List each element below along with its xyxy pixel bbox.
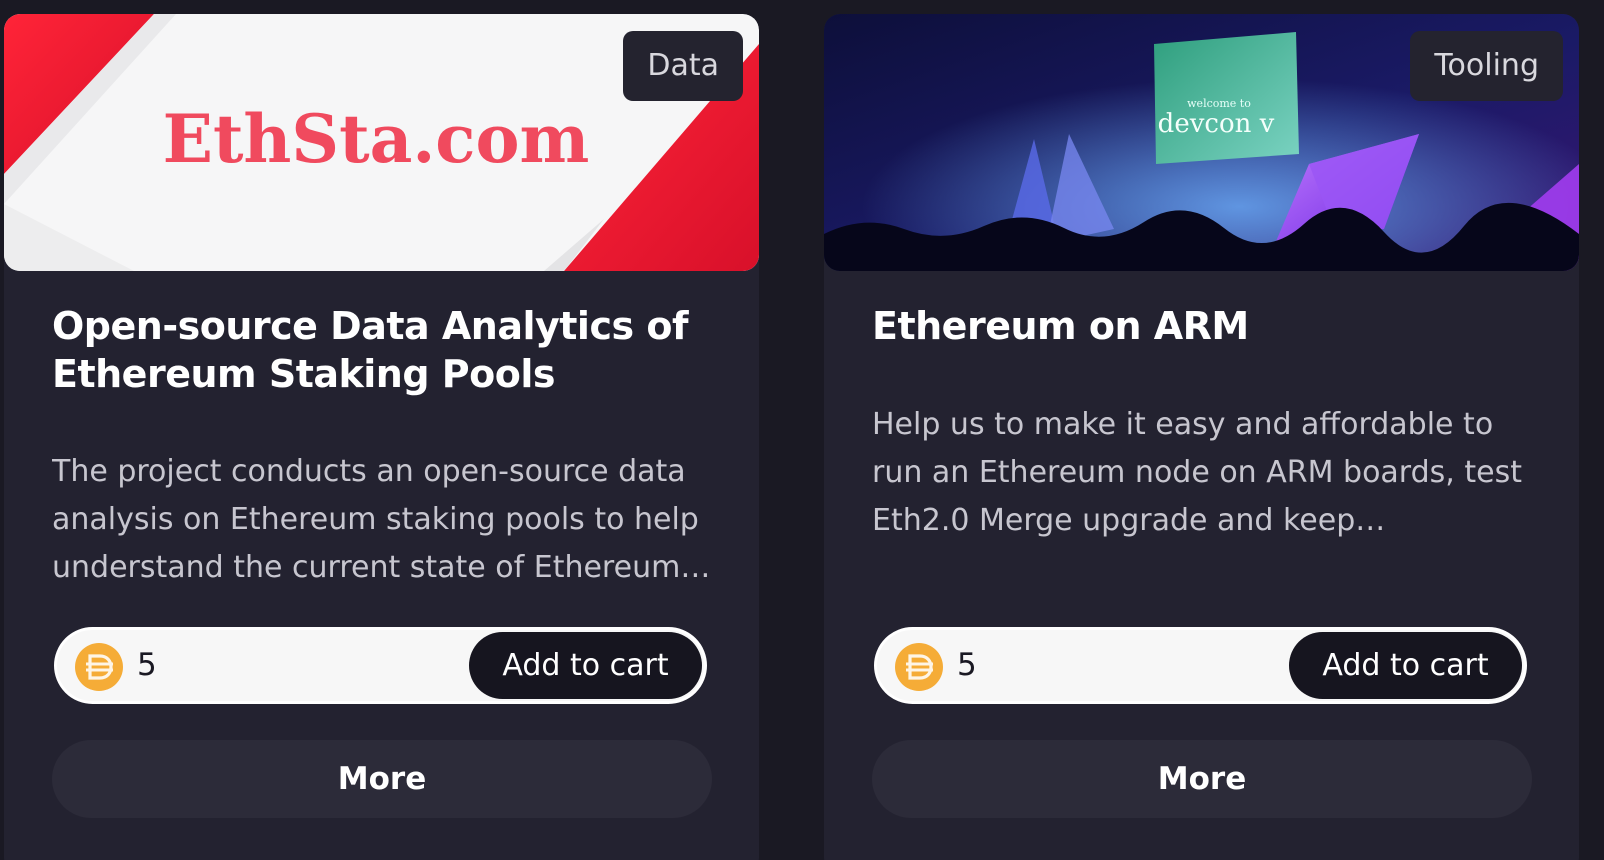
dai-coin-icon [895,643,943,691]
svg-text:devcon v: devcon v [1158,109,1275,139]
project-title: Ethereum on ARM [872,304,1249,348]
project-description: The project conducts an open-source data… [52,454,699,585]
project-title: Open-source Data Analytics of Ethereum S… [52,304,688,396]
price-bar: 5 Add to cart [874,627,1527,704]
add-to-cart-button[interactable]: Add to cart [469,632,702,699]
price-bar: 5 Add to cart [54,627,707,704]
category-badge: Data [623,31,743,101]
project-banner: welcome to devcon v Tooling [824,14,1579,271]
category-badge: Tooling [1410,31,1563,101]
price-value: 5 [137,647,157,683]
price-value: 5 [957,647,977,683]
project-card: EthSta.com Data Open-source Data Analyti… [4,14,759,860]
project-banner: EthSta.com Data [4,14,759,271]
more-button[interactable]: More [872,740,1532,818]
svg-text:EthSta.com: EthSta.com [163,100,590,178]
project-card: welcome to devcon v Tooling Ethereum on … [824,14,1579,860]
add-to-cart-button[interactable]: Add to cart [1289,632,1522,699]
project-grid: EthSta.com Data Open-source Data Analyti… [0,0,1604,860]
project-description: Help us to make it easy and affordable t… [872,407,1522,538]
dai-coin-icon [75,643,123,691]
more-button[interactable]: More [52,740,712,818]
